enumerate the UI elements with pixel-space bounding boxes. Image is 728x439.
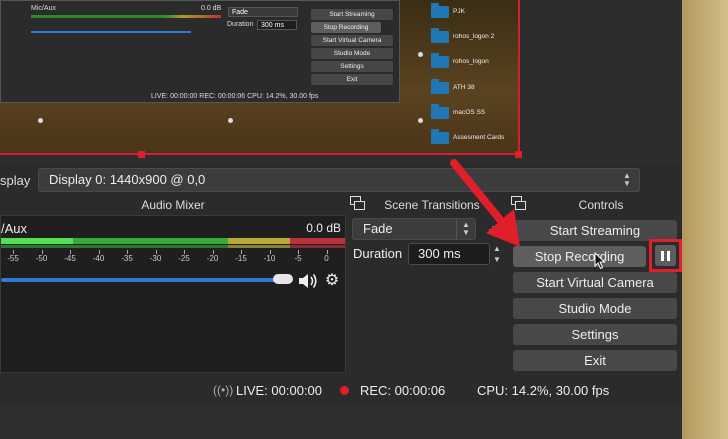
audio-meter-level <box>1 238 73 244</box>
display-select-value: Display 0: 1440x900 @ 0,0 <box>49 172 206 187</box>
nested-duration-input: 300 ms <box>257 20 297 30</box>
folder-label: rohos_logon 2 <box>453 33 495 40</box>
folder-icon <box>431 3 449 18</box>
pause-icon <box>655 245 676 266</box>
desktop-folder[interactable]: macOS SS <box>431 101 521 125</box>
nested-duration-label: Duration <box>227 21 254 28</box>
desktop-folder[interactable]: PJK <box>431 0 521 24</box>
nested-btn-studio-mode: Studio Mode <box>311 48 393 59</box>
display-label: splay <box>0 173 31 188</box>
obs-main-panel: splay Display 0: 1440x900 @ 0,0 ▲ ▼ Audio… <box>0 165 682 405</box>
meter-tick-label: -30 <box>149 254 162 263</box>
track-db: 0.0 dB <box>306 221 341 235</box>
nested-obs-window: Mic/Aux 0.0 dB Fade Duration 300 ms Star… <box>0 0 400 103</box>
folder-label: macOS SS <box>453 109 486 116</box>
canvas-edge-handle[interactable] <box>138 151 145 158</box>
transform-handle[interactable] <box>38 118 43 123</box>
nested-status-bar: LIVE: 00:00:00 REC: 00:00:06 CPU: 14.2%,… <box>151 93 319 100</box>
audio-meter-secondary <box>1 245 345 248</box>
meter-tick-label: -40 <box>92 254 105 263</box>
meter-tick-label: -20 <box>206 254 219 263</box>
transform-handle[interactable] <box>418 52 423 57</box>
broadcast-icon: ((•)) <box>213 383 234 397</box>
folder-label: ATH 38 <box>453 84 475 91</box>
transform-handle[interactable] <box>418 118 423 123</box>
folder-icon <box>431 79 449 94</box>
desktop-folder[interactable]: Assesment Cards <box>431 126 521 150</box>
nested-transition-select: Fade <box>228 7 298 17</box>
track-name: /Aux <box>1 221 28 236</box>
audio-mixer: /Aux 0.0 dB -55 -50 -45 -40 -35 -30 -25 -20 -15-… <box>0 215 346 373</box>
preview-area[interactable]: Mic/Aux 0.0 dB Fade Duration 300 ms Star… <box>0 0 682 165</box>
preview-canvas[interactable]: Mic/Aux 0.0 dB Fade Duration 300 ms Star… <box>0 0 520 155</box>
nested-track-db: 0.0 dB <box>201 5 222 12</box>
folder-label: PJK <box>453 8 465 15</box>
nested-btn-exit: Exit <box>311 74 393 85</box>
start-virtual-camera-button[interactable]: Start Virtual Camera <box>513 272 677 293</box>
speaker-icon[interactable] <box>297 272 319 290</box>
record-dot-icon <box>340 386 349 395</box>
studio-mode-button[interactable]: Studio Mode <box>513 298 677 319</box>
nested-volume-fader <box>31 31 191 33</box>
folder-icon <box>431 53 449 68</box>
nested-btn-settings: Settings <box>311 61 393 72</box>
nested-track-name: Mic/Aux <box>31 5 56 12</box>
controls-title: Controls <box>578 198 624 212</box>
folder-icon <box>431 104 449 119</box>
window-bottom-strip <box>0 405 682 439</box>
nested-btn-start-streaming: Start Streaming <box>311 9 393 20</box>
display-select[interactable]: Display 0: 1440x900 @ 0,0 ▲ ▼ <box>38 168 640 192</box>
gear-icon[interactable]: ⚙ <box>323 272 341 290</box>
desktop-folder[interactable]: rohos_logon <box>431 50 521 74</box>
red-arrow-annotation <box>450 159 520 247</box>
meter-tick-label: 0 <box>324 254 329 263</box>
duration-label: Duration <box>353 246 403 261</box>
nested-btn-start-virtual-camera: Start Virtual Camera <box>311 35 393 46</box>
live-timer: LIVE: 00:00:00 <box>236 383 323 398</box>
desktop-folders: PJK rohos_logon 2 rohos_logon ATH 38 mac… <box>425 0 520 155</box>
pause-recording-button[interactable] <box>649 239 682 272</box>
status-bar: ((•)) LIVE: 00:00:00 REC: 00:00:06 CPU: … <box>0 375 682 405</box>
meter-tick-label: -45 <box>64 254 76 263</box>
desktop-folder[interactable]: ATH 38 <box>431 76 521 100</box>
meter-tick-label: -35 <box>121 254 133 263</box>
folder-icon <box>431 28 449 43</box>
meter-tick-label: -5 <box>294 254 302 263</box>
desktop-folder[interactable]: rohos_logon 2 <box>431 25 521 49</box>
meter-tick-label: -10 <box>263 254 276 263</box>
folder-label: rohos_logon <box>453 58 489 65</box>
audio-mixer-title: Audio Mixer <box>141 198 205 212</box>
nested-btn-stop-recording: Stop Recording <box>311 22 381 33</box>
folder-icon <box>431 129 449 144</box>
volume-fader-knob[interactable] <box>273 274 293 284</box>
display-source-bar: splay Display 0: 1440x900 @ 0,0 ▲ ▼ <box>0 165 682 195</box>
cpu-usage: CPU: 14.2%, 30.00 fps <box>477 383 610 398</box>
folder-label: Assesment Cards <box>453 134 505 141</box>
exit-button[interactable]: Exit <box>513 350 677 371</box>
volume-fader[interactable] <box>1 278 281 282</box>
updown-chevron-icon: ▲ ▼ <box>623 171 631 188</box>
transition-select-value: Fade <box>363 221 393 236</box>
rec-timer: REC: 00:00:06 <box>360 383 446 398</box>
mouse-cursor-icon <box>594 252 606 270</box>
meter-tick-label: -50 <box>35 254 48 263</box>
meter-tick-label: -55 <box>7 254 19 263</box>
meter-scale: -55 -50 -45 -40 -35 -30 -25 -20 -15 -10 -5 0 <box>1 250 345 264</box>
nested-audio-meter <box>31 15 221 18</box>
meter-tick-label: -15 <box>235 254 247 263</box>
meter-tick-label: -25 <box>178 254 190 263</box>
transform-handle[interactable] <box>228 118 233 123</box>
settings-button[interactable]: Settings <box>513 324 677 345</box>
